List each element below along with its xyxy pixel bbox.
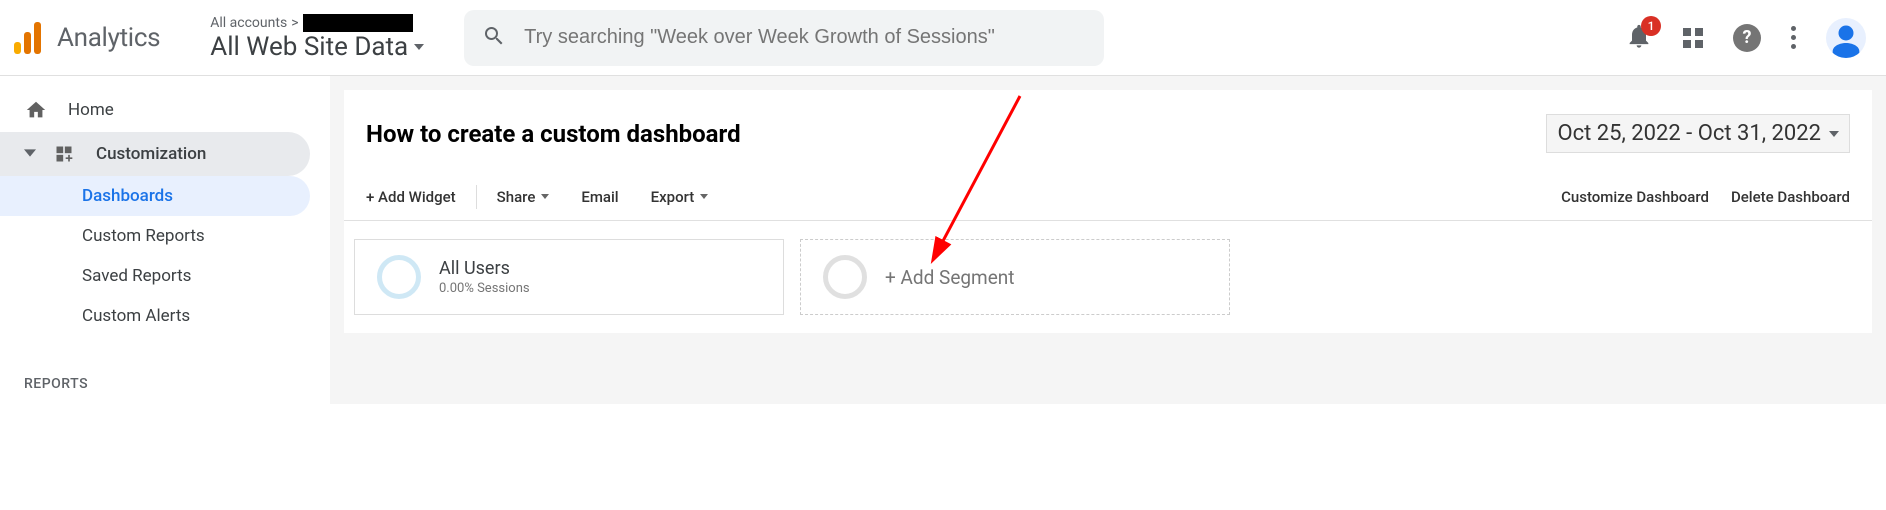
account-name-redacted <box>303 14 413 32</box>
search-input[interactable] <box>524 26 1086 49</box>
sidebar-item-customization[interactable]: Customization <box>0 132 310 176</box>
sidebar-customization-label: Customization <box>96 144 206 164</box>
sidebar-reports-header: REPORTS <box>0 336 330 404</box>
dashboard-toolbar: + Add Widget Share Email Export <box>344 173 1872 221</box>
product-logo-block[interactable]: Analytics <box>14 22 160 54</box>
sidebar: Home Customization Dashboards Custom Rep… <box>0 76 330 404</box>
dashboard-title: How to create a custom dashboard <box>366 120 741 148</box>
help-icon[interactable]: ? <box>1733 24 1761 52</box>
toolbar-right: Customize Dashboard Delete Dashboard <box>1561 188 1850 206</box>
product-name: Analytics <box>57 23 160 53</box>
home-icon <box>24 99 48 121</box>
top-right-actions: 1 ? <box>1625 18 1866 58</box>
main-content: How to create a custom dashboard Oct 25,… <box>330 76 1886 404</box>
sidebar-sub-dashboards[interactable]: Dashboards <box>0 176 310 216</box>
export-button[interactable]: Export <box>635 188 725 206</box>
segment-subtitle: 0.00% Sessions <box>439 281 530 296</box>
dashboard-card: How to create a custom dashboard Oct 25,… <box>344 90 1872 333</box>
caret-down-icon <box>700 194 708 199</box>
share-button[interactable]: Share <box>481 188 566 206</box>
segment-title: All Users <box>439 258 530 279</box>
segment-circle-icon <box>823 255 867 299</box>
more-menu-icon[interactable] <box>1791 26 1796 49</box>
top-header: Analytics All accounts > All Web Site Da… <box>0 0 1886 76</box>
segment-circle-icon <box>377 255 421 299</box>
view-name: All Web Site Data <box>210 32 408 62</box>
toolbar-left: + Add Widget Share Email Export <box>366 185 724 209</box>
sidebar-home-label: Home <box>68 100 114 120</box>
caret-down-icon <box>1829 131 1839 137</box>
sidebar-sub-custom-alerts[interactable]: Custom Alerts <box>0 296 310 336</box>
add-segment-button[interactable]: + Add Segment <box>800 239 1230 315</box>
email-button[interactable]: Email <box>565 188 634 206</box>
add-widget-button[interactable]: + Add Widget <box>366 188 472 206</box>
notifications-button[interactable]: 1 <box>1625 22 1653 54</box>
segments-row: All Users 0.00% Sessions + Add Segment <box>344 221 1872 333</box>
segment-card-all-users[interactable]: All Users 0.00% Sessions <box>354 239 784 315</box>
analytics-logo-icon <box>14 22 41 54</box>
add-segment-label: + Add Segment <box>885 266 1015 289</box>
account-switcher[interactable]: All accounts > All Web Site Data <box>210 14 424 62</box>
search-wrap <box>464 10 1104 66</box>
customize-dashboard-button[interactable]: Customize Dashboard <box>1561 188 1709 206</box>
breadcrumb-separator: > <box>291 15 298 31</box>
user-avatar[interactable] <box>1826 18 1866 58</box>
notification-badge: 1 <box>1641 16 1661 36</box>
caret-down-icon <box>414 44 424 50</box>
toolbar-divider <box>476 185 477 209</box>
view-selector[interactable]: All Web Site Data <box>210 32 424 62</box>
date-range-picker[interactable]: Oct 25, 2022 - Oct 31, 2022 <box>1546 114 1850 153</box>
sidebar-item-home[interactable]: Home <box>0 88 310 132</box>
sidebar-sub-saved-reports[interactable]: Saved Reports <box>0 256 310 296</box>
breadcrumb-prefix: All accounts <box>210 15 287 31</box>
customization-icon <box>52 144 76 164</box>
segment-text: All Users 0.00% Sessions <box>439 258 530 296</box>
search-box[interactable] <box>464 10 1104 66</box>
account-breadcrumb: All accounts > <box>210 14 424 32</box>
date-range-text: Oct 25, 2022 - Oct 31, 2022 <box>1557 121 1821 146</box>
sidebar-sub-custom-reports[interactable]: Custom Reports <box>0 216 310 256</box>
apps-grid-icon[interactable] <box>1683 28 1703 48</box>
caret-down-icon <box>541 194 549 199</box>
delete-dashboard-button[interactable]: Delete Dashboard <box>1731 188 1850 206</box>
dashboard-header: How to create a custom dashboard Oct 25,… <box>344 90 1872 173</box>
caret-down-icon <box>24 144 36 164</box>
main-layout: Home Customization Dashboards Custom Rep… <box>0 76 1886 404</box>
search-icon <box>482 24 506 52</box>
avatar-icon <box>1826 18 1866 58</box>
